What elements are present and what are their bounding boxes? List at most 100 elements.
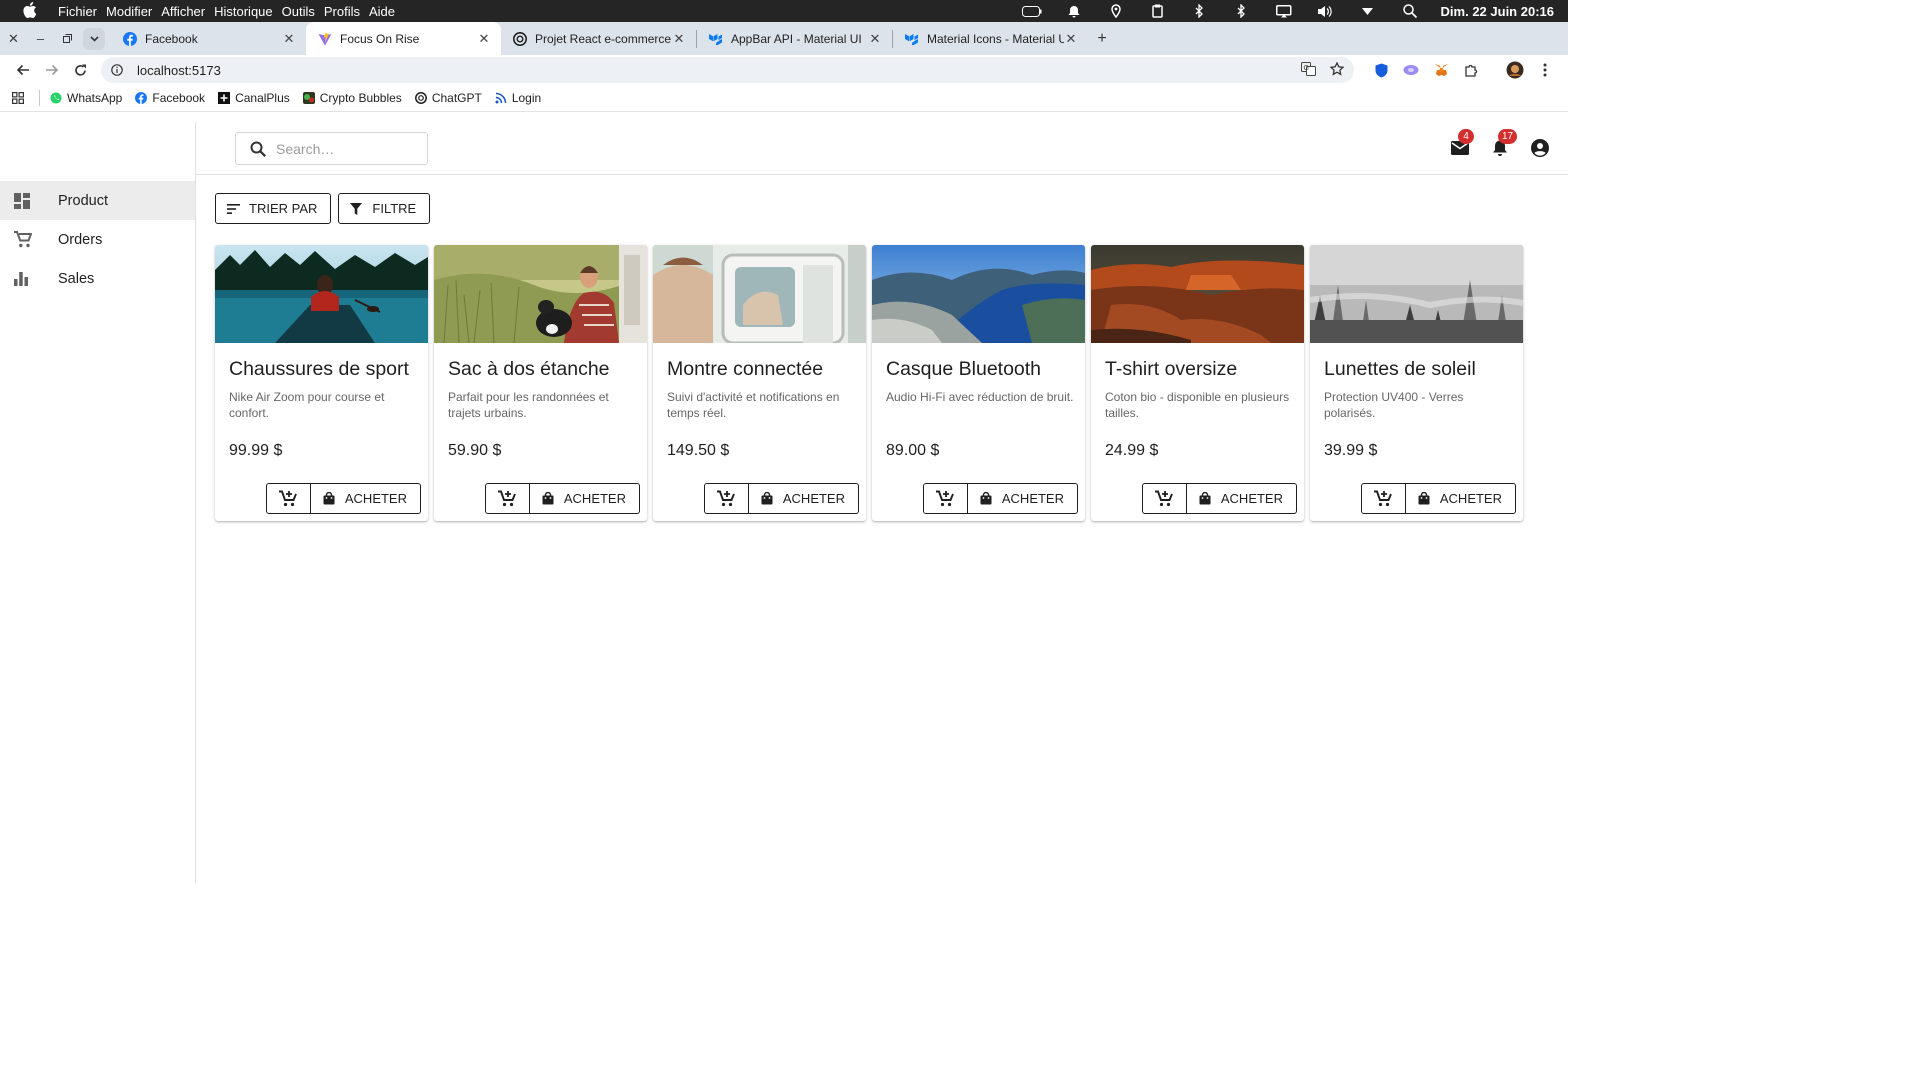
window-close-icon[interactable]: ✕	[0, 31, 27, 47]
bookmark-chatgpt[interactable]: ChatGPT	[414, 91, 482, 105]
notification-bell-icon[interactable]	[1053, 5, 1095, 18]
bluetooth-alt-icon[interactable]	[1221, 4, 1263, 18]
search-box[interactable]	[235, 132, 428, 165]
bookmark-whatsapp[interactable]: WhatsApp	[50, 91, 122, 105]
add-to-cart-button[interactable]	[484, 483, 530, 514]
buy-button[interactable]: ACHETER	[1405, 483, 1516, 514]
bookmark-star-icon[interactable]	[1329, 60, 1345, 79]
product-card[interactable]: Chaussures de sport Nike Air Zoom pour c…	[215, 245, 428, 521]
product-price: 99.99 $	[229, 442, 283, 459]
menu-modifier[interactable]: Modifier	[106, 4, 152, 19]
product-card[interactable]: Montre connectée Suivi d'activité et not…	[653, 245, 866, 521]
forward-arrow-icon[interactable]	[37, 64, 66, 76]
ai-extension-icon[interactable]	[1396, 64, 1426, 76]
menu-fichier[interactable]: Fichier	[58, 4, 97, 19]
product-card[interactable]: Sac à dos étanche Parfait pour les rando…	[434, 245, 647, 521]
address-bar[interactable]: localhost:5173 G	[101, 57, 1354, 83]
product-card[interactable]: T-shirt oversize Coton bio - disponible …	[1091, 245, 1304, 521]
url-text[interactable]: localhost:5173	[137, 63, 221, 78]
bookmark-facebook[interactable]: Facebook	[135, 91, 205, 105]
product-image-lake-canoe[interactable]	[215, 245, 428, 343]
bluetooth-icon[interactable]	[1179, 4, 1221, 18]
tab-facebook[interactable]: Facebook ✕	[111, 22, 306, 55]
window-minimize-icon[interactable]: –	[27, 31, 54, 46]
menu-outils[interactable]: Outils	[282, 4, 315, 19]
tab-close-icon[interactable]: ✕	[868, 31, 882, 47]
bookmark-login[interactable]: Login	[495, 91, 541, 105]
location-icon[interactable]	[1095, 4, 1137, 18]
volume-icon[interactable]	[1305, 5, 1347, 18]
menu-profils[interactable]: Profils	[324, 4, 360, 19]
account-button[interactable]	[1530, 135, 1550, 161]
menu-aide[interactable]: Aide	[369, 4, 395, 19]
tab-focus-on-rise[interactable]: Focus On Rise ✕	[306, 22, 501, 55]
tab-projet-react[interactable]: Projet React e-commerce ✕	[501, 22, 696, 55]
bookmark-canalplus[interactable]: CanalPlus	[218, 91, 290, 105]
mail-button[interactable]: 4	[1450, 129, 1474, 161]
notifications-button[interactable]: 17	[1490, 129, 1518, 161]
product-image-foggy-forest[interactable]	[1310, 245, 1523, 343]
apple-icon[interactable]	[20, 1, 40, 21]
buy-button[interactable]: ACHETER	[1186, 483, 1297, 514]
window-restore-icon[interactable]	[54, 34, 81, 43]
tab-appbar-api[interactable]: AppBar API - Material UI ✕	[697, 22, 892, 55]
product-image-fjord[interactable]	[872, 245, 1085, 343]
tab-search-chevron-icon[interactable]	[83, 27, 105, 50]
menu-historique[interactable]: Historique	[214, 4, 273, 19]
product-actions: ACHETER	[265, 483, 421, 514]
facebook-icon	[123, 31, 137, 46]
bookmark-label: Facebook	[152, 91, 206, 105]
tab-close-icon[interactable]: ✕	[672, 31, 686, 47]
control-center-chevron-icon[interactable]	[1347, 7, 1389, 15]
extensions-puzzle-icon[interactable]	[1456, 63, 1486, 77]
buy-button[interactable]: ACHETER	[967, 483, 1078, 514]
spotlight-search-icon[interactable]	[1389, 4, 1431, 18]
add-to-cart-button[interactable]	[703, 483, 749, 514]
product-card[interactable]: Casque Bluetooth Audio Hi-Fi avec réduct…	[872, 245, 1085, 521]
bookmark-crypto-bubbles[interactable]: Crypto Bubbles	[302, 91, 402, 105]
add-to-cart-button[interactable]	[922, 483, 968, 514]
sidebar-item-product[interactable]: Product	[0, 181, 195, 220]
reload-icon[interactable]	[66, 64, 95, 77]
sort-button[interactable]: TRIER PAR	[215, 193, 332, 224]
buy-button[interactable]: ACHETER	[529, 483, 640, 514]
filter-button-label: FILTRE	[372, 201, 417, 216]
buy-button[interactable]: ACHETER	[748, 483, 859, 514]
apps-grid-icon[interactable]	[12, 92, 24, 104]
product-image-field-dog[interactable]	[434, 245, 647, 344]
add-to-cart-button[interactable]	[265, 483, 311, 514]
add-to-cart-button[interactable]	[1141, 483, 1187, 514]
buy-button-label: ACHETER	[1439, 491, 1502, 506]
crypto-bubbles-icon	[302, 92, 315, 104]
buy-button[interactable]: ACHETER	[310, 483, 421, 514]
tab-close-icon[interactable]: ✕	[477, 31, 491, 47]
product-image-red-cliffs[interactable]	[1091, 245, 1304, 343]
tab-close-icon[interactable]: ✕	[1064, 31, 1078, 47]
site-info-icon[interactable]	[111, 64, 127, 76]
tab-material-icons[interactable]: Material Icons - Material UI ✕	[893, 22, 1088, 55]
profile-avatar-icon[interactable]	[1500, 61, 1530, 79]
back-arrow-icon[interactable]	[8, 64, 37, 76]
screen-mirroring-icon[interactable]	[1263, 4, 1305, 18]
chrome-menu-icon[interactable]	[1530, 63, 1560, 77]
sidebar-item-orders[interactable]: Orders	[0, 220, 195, 259]
clipboard-icon[interactable]	[1137, 4, 1179, 18]
filter-button[interactable]: FILTRE	[338, 193, 431, 224]
bookmark-label: Crypto Bubbles	[319, 91, 402, 105]
menu-afficher[interactable]: Afficher	[161, 4, 205, 19]
tab-close-icon[interactable]: ✕	[282, 31, 296, 47]
product-image-van-window[interactable]	[653, 245, 866, 345]
metamask-extension-icon[interactable]	[1426, 63, 1456, 77]
search-input[interactable]	[276, 140, 416, 157]
sidebar-item-sales[interactable]: Sales	[0, 259, 195, 298]
product-description: Nike Air Zoom pour course et confort.	[229, 390, 385, 420]
battery-icon[interactable]	[1011, 5, 1053, 17]
bookmarks-bar: WhatsApp Facebook CanalPlus Crypto Bubbl…	[0, 85, 1568, 112]
translate-icon[interactable]: G	[1301, 61, 1316, 79]
menubar-clock[interactable]: Dim. 22 Juin 20:16	[1441, 4, 1554, 19]
bitwarden-extension-icon[interactable]	[1366, 63, 1396, 78]
sidebar-item-label: Product	[58, 192, 108, 209]
new-tab-plus-icon[interactable]: +	[1088, 30, 1116, 48]
add-to-cart-button[interactable]	[1360, 483, 1406, 514]
product-card[interactable]: Lunettes de soleil Protection UV400 - Ve…	[1310, 245, 1523, 521]
